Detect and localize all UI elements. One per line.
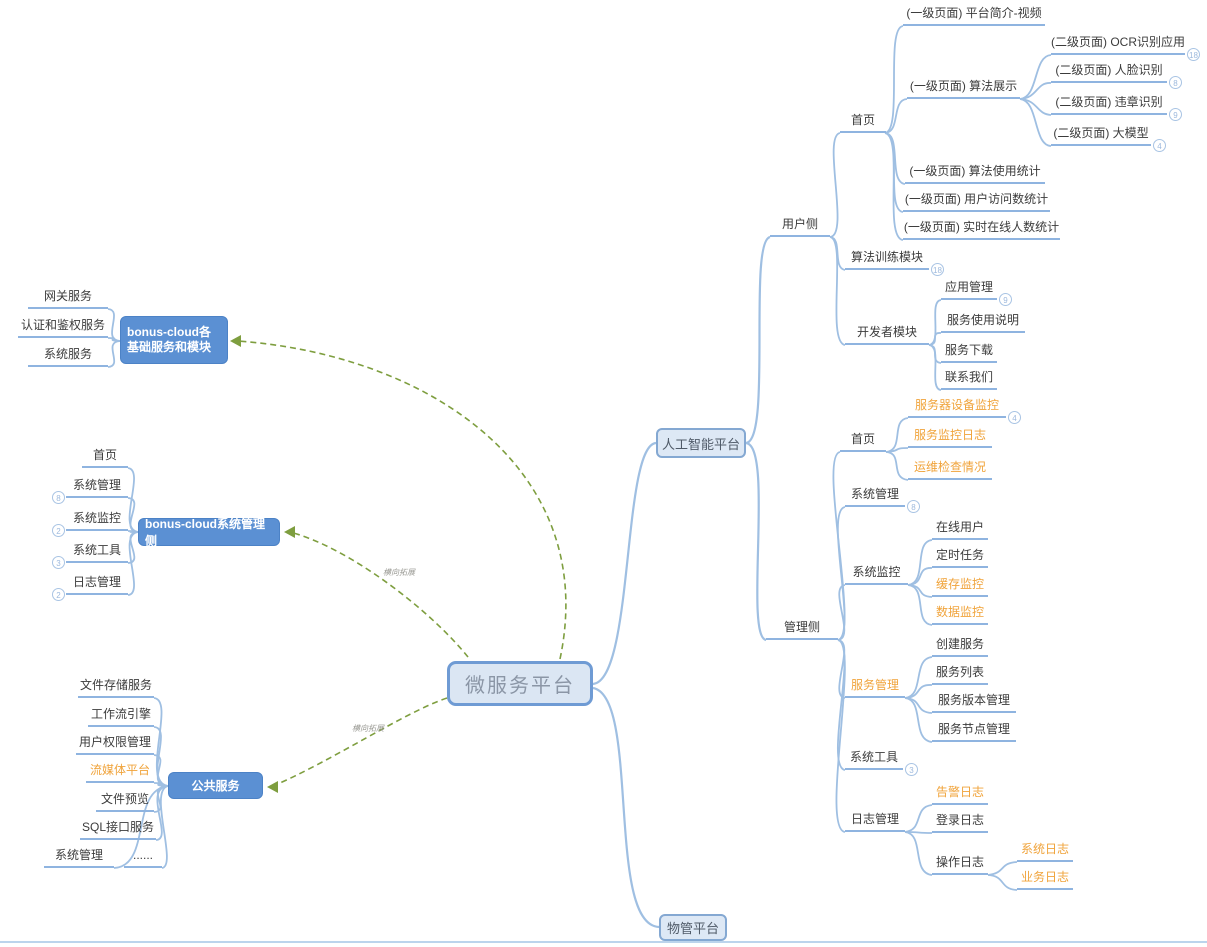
topic-platform-intro-video[interactable]: (一级页面) 平台简介-视频 bbox=[903, 5, 1045, 26]
topic-create-service[interactable]: 创建服务 bbox=[932, 636, 988, 657]
topic-workflow-engine[interactable]: 工作流引擎 bbox=[88, 706, 154, 727]
topic-online-users[interactable]: 在线用户 bbox=[932, 519, 988, 540]
topic-auth-service[interactable]: 认证和鉴权服务 bbox=[18, 317, 108, 338]
topic-property-platform[interactable]: 物管平台 bbox=[659, 914, 727, 941]
mindmap-canvas: 微服务平台 人工智能平台 物管平台 bonus-cloud各基础服务和模块 bo… bbox=[0, 0, 1207, 947]
topic-alert-log[interactable]: 告警日志 bbox=[932, 784, 988, 805]
topic-operation-log[interactable]: 操作日志 bbox=[932, 854, 988, 875]
topic-service-management[interactable]: 服务管理 bbox=[845, 677, 905, 698]
topic-user-permission-management[interactable]: 用户权限管理 bbox=[76, 734, 154, 755]
collapsed-count-badge[interactable]: 18 bbox=[931, 263, 944, 276]
topic-user-visit-stats[interactable]: (一级页面) 用户访问数统计 bbox=[903, 191, 1050, 212]
topic-admin-system-monitor[interactable]: 系统监控 bbox=[845, 564, 908, 585]
topic-service-node-management[interactable]: 服务节点管理 bbox=[932, 721, 1016, 742]
relationship-label: 横向拓展 bbox=[352, 723, 384, 734]
topic-data-monitor[interactable]: 数据监控 bbox=[932, 604, 988, 625]
central-topic-microservice-platform[interactable]: 微服务平台 bbox=[447, 661, 593, 706]
relationship-label: 横向拓展 bbox=[383, 567, 415, 578]
canvas-bottom-edge bbox=[0, 941, 1207, 943]
collapsed-count-badge[interactable]: 9 bbox=[1169, 108, 1182, 121]
arrowheads bbox=[230, 335, 295, 793]
topic-left-log-management[interactable]: 日志管理 bbox=[66, 574, 128, 595]
topic-user-home[interactable]: 首页 bbox=[840, 112, 886, 133]
collapsed-count-badge[interactable]: 8 bbox=[1169, 76, 1182, 89]
topic-large-model[interactable]: (二级页面) 大模型 bbox=[1051, 125, 1151, 146]
topic-service-usage-doc[interactable]: 服务使用说明 bbox=[941, 312, 1025, 333]
relationship-arrows bbox=[238, 341, 566, 786]
topic-algorithm-training-module[interactable]: 算法训练模块 bbox=[845, 249, 929, 270]
topic-left-system-tools[interactable]: 系统工具 bbox=[66, 542, 128, 563]
topic-ops-check-status[interactable]: 运维检查情况 bbox=[908, 459, 992, 480]
collapsed-count-badge[interactable]: 4 bbox=[1153, 139, 1166, 152]
topic-admin-system-management[interactable]: 系统管理 bbox=[845, 486, 905, 507]
collapsed-count-badge[interactable]: 18 bbox=[1187, 48, 1200, 61]
collapsed-count-badge[interactable]: 4 bbox=[1008, 411, 1021, 424]
topic-bonus-cloud-base-services[interactable]: bonus-cloud各基础服务和模块 bbox=[120, 316, 228, 364]
collapsed-count-badge[interactable]: 2 bbox=[52, 524, 65, 537]
topic-file-storage-service[interactable]: 文件存储服务 bbox=[78, 677, 154, 698]
topic-public-services[interactable]: 公共服务 bbox=[168, 772, 263, 799]
topic-sql-api-service[interactable]: SQL接口服务 bbox=[80, 819, 156, 840]
topic-cache-monitor[interactable]: 缓存监控 bbox=[932, 576, 988, 597]
topic-developer-module[interactable]: 开发者模块 bbox=[845, 324, 929, 345]
topic-ai-platform[interactable]: 人工智能平台 bbox=[656, 428, 746, 458]
topic-streaming-platform[interactable]: 流媒体平台 bbox=[86, 762, 154, 783]
topic-public-system-management[interactable]: 系统管理 bbox=[44, 847, 114, 868]
topic-admin-system-tools[interactable]: 系统工具 bbox=[845, 749, 903, 770]
collapsed-count-badge[interactable]: 9 bbox=[999, 293, 1012, 306]
topic-ocr-recognition[interactable]: (二级页面) OCR识别应用 bbox=[1051, 34, 1185, 55]
collapsed-count-badge[interactable]: 8 bbox=[907, 500, 920, 513]
topic-left-system-management[interactable]: 系统管理 bbox=[66, 477, 128, 498]
topic-system-log[interactable]: 系统日志 bbox=[1017, 841, 1073, 862]
collapsed-count-badge[interactable]: 2 bbox=[52, 588, 65, 601]
topic-service-list[interactable]: 服务列表 bbox=[932, 664, 988, 685]
topic-business-log[interactable]: 业务日志 bbox=[1017, 869, 1073, 890]
topic-bonus-cloud-admin-side[interactable]: bonus-cloud系统管理侧 bbox=[138, 518, 280, 546]
topic-violation-recognition[interactable]: (二级页面) 违章识别 bbox=[1051, 94, 1167, 115]
topic-service-version-management[interactable]: 服务版本管理 bbox=[932, 692, 1016, 713]
topic-ellipsis-more[interactable]: ...... bbox=[124, 847, 162, 868]
connector-layer bbox=[0, 0, 1207, 947]
topic-scheduled-tasks[interactable]: 定时任务 bbox=[932, 547, 988, 568]
topic-left-home[interactable]: 首页 bbox=[82, 447, 128, 468]
topic-admin-log-management[interactable]: 日志管理 bbox=[845, 811, 905, 832]
topic-file-preview[interactable]: 文件预览 bbox=[96, 791, 154, 812]
topic-admin-side[interactable]: 管理侧 bbox=[766, 619, 838, 640]
topic-system-service[interactable]: 系统服务 bbox=[28, 346, 108, 367]
collapsed-count-badge[interactable]: 8 bbox=[52, 491, 65, 504]
topic-algorithm-showcase[interactable]: (一级页面) 算法展示 bbox=[907, 78, 1020, 99]
collapsed-count-badge[interactable]: 3 bbox=[52, 556, 65, 569]
topic-login-log[interactable]: 登录日志 bbox=[932, 812, 988, 833]
topic-realtime-online-stats[interactable]: (一级页面) 实时在线人数统计 bbox=[903, 219, 1060, 240]
topic-gateway-service[interactable]: 网关服务 bbox=[28, 288, 108, 309]
topic-face-recognition[interactable]: (二级页面) 人脸识别 bbox=[1051, 62, 1167, 83]
topic-service-monitor-log[interactable]: 服务监控日志 bbox=[908, 427, 992, 448]
topic-app-management[interactable]: 应用管理 bbox=[941, 279, 997, 300]
topic-contact-us[interactable]: 联系我们 bbox=[941, 369, 997, 390]
topic-service-download[interactable]: 服务下载 bbox=[941, 342, 997, 363]
collapsed-count-badge[interactable]: 3 bbox=[905, 763, 918, 776]
topic-left-system-monitor[interactable]: 系统监控 bbox=[66, 510, 128, 531]
topic-user-side[interactable]: 用户侧 bbox=[770, 216, 830, 237]
topic-server-device-monitor[interactable]: 服务器设备监控 bbox=[908, 397, 1006, 418]
topic-algorithm-usage-stats[interactable]: (一级页面) 算法使用统计 bbox=[905, 163, 1045, 184]
topic-admin-home[interactable]: 首页 bbox=[840, 431, 886, 452]
